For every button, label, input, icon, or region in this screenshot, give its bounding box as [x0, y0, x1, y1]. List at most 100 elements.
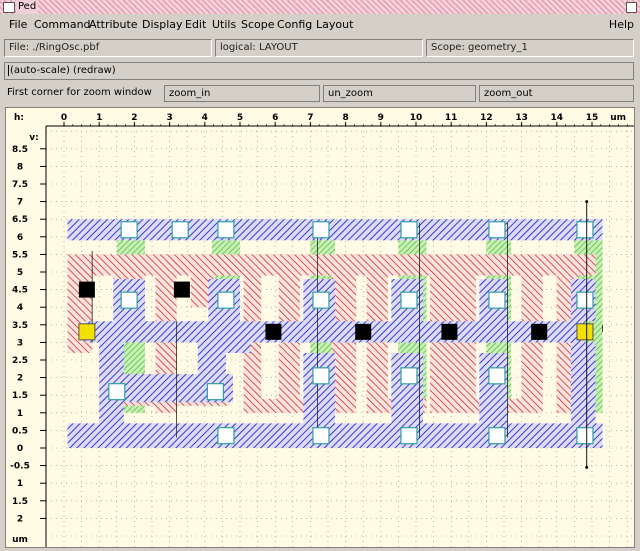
maximize-icon[interactable] — [626, 2, 637, 13]
command-line[interactable]: (auto-scale) (redraw) — [4, 62, 634, 80]
contact-cut — [488, 427, 506, 445]
logical-field: logical: LAYOUT — [215, 39, 423, 57]
port-square — [78, 323, 96, 341]
layout-drawing[interactable]: h: um0 1 2 3 4 5 6 7 8 9 10 11 12 13 14 15v:8.587.576.56… — [6, 108, 634, 547]
x-tick-label: 8 — [342, 113, 348, 123]
title-bar: Ped — [0, 0, 640, 15]
x-tick-label: 13 — [515, 113, 528, 123]
x-tick-label: 0 — [61, 113, 67, 123]
y-tick-label: -0.5 — [10, 462, 30, 472]
menu-edit[interactable]: Edit — [185, 18, 206, 32]
text-cursor — [8, 64, 9, 76]
contact-cut — [488, 291, 506, 309]
zoom-out-button[interactable]: zoom_out — [479, 85, 634, 102]
file-field: File: ./RingOsc.pbf — [4, 39, 212, 57]
poly-shape — [454, 275, 476, 413]
y-tick-label: 4.5 — [12, 286, 28, 296]
measure-end — [585, 465, 589, 469]
x-tick-label: 9 — [378, 113, 384, 123]
poly-shape — [67, 254, 596, 276]
contact-cut — [312, 221, 330, 239]
via-square — [531, 323, 548, 340]
y-tick-label: 3 — [17, 338, 23, 348]
contact-cut — [312, 367, 330, 385]
y-tick-label: 0 — [17, 444, 23, 454]
x-tick-label: 3 — [166, 113, 172, 123]
y-axis-label: v: — [29, 133, 38, 143]
metal-shape — [85, 321, 585, 343]
metal-shape — [391, 279, 424, 343]
metal-shape — [479, 279, 508, 343]
x-tick-label: 10 — [410, 113, 423, 123]
x-tick-label: 5 — [237, 113, 243, 123]
contact-cut — [217, 427, 235, 445]
metal-shape — [222, 331, 251, 353]
y-tick-label: 1.5 — [12, 497, 28, 507]
metal-shape — [303, 279, 336, 343]
x-tick-label: 4 — [202, 113, 208, 123]
y-tick-label: 4 — [17, 303, 23, 313]
menu-scope[interactable]: Scope — [241, 18, 275, 32]
metal-shape — [67, 219, 603, 241]
zoom-in-button[interactable]: zoom_in — [164, 85, 320, 102]
contact-cut — [576, 427, 594, 445]
x-tick-label: 2 — [131, 113, 137, 123]
menu-config[interactable]: Config — [277, 18, 312, 32]
poly-shape — [331, 275, 357, 413]
contact-cut — [120, 291, 138, 309]
contact-cut — [108, 383, 126, 401]
y-tick-label: 8 — [17, 162, 23, 172]
un-zoom-button[interactable]: un_zoom — [323, 85, 476, 102]
y-tick-label: 2.5 — [12, 356, 28, 366]
contact-cut — [206, 383, 224, 401]
menu-layout[interactable]: Layout — [316, 18, 353, 32]
contact-cut — [312, 291, 330, 309]
poly-shape — [430, 275, 455, 413]
contact-cut — [576, 291, 594, 309]
command-text: (auto-scale) (redraw) — [10, 65, 116, 76]
contact-cut — [400, 427, 418, 445]
y-tick-label: 0.5 — [12, 426, 28, 436]
via-square — [265, 323, 282, 340]
contact-cut — [400, 221, 418, 239]
scope-field: Scope: geometry_1 — [426, 39, 634, 57]
menu-command[interactable]: Command — [34, 18, 91, 32]
contact-cut — [400, 367, 418, 385]
metal-shape — [570, 342, 596, 424]
y-tick-label: 1.5 — [12, 391, 28, 401]
x-tick-label: 11 — [445, 113, 458, 123]
menu-display[interactable]: Display — [142, 18, 183, 32]
y-tick-label: 1 — [17, 479, 23, 489]
x-unit-label: um — [610, 113, 626, 123]
x-tick-label: 15 — [586, 113, 599, 123]
menu-attribute[interactable]: Attribute — [89, 18, 138, 32]
x-tick-label: 6 — [272, 113, 278, 123]
window-menu-icon[interactable] — [3, 2, 15, 13]
poly-shape — [278, 275, 300, 413]
via-square — [173, 281, 190, 298]
y-tick-label: 5 — [17, 268, 23, 278]
y-tick-label: 8.5 — [12, 145, 28, 155]
contact-cut — [576, 221, 594, 239]
menu-file[interactable]: File — [9, 18, 27, 32]
layout-canvas[interactable]: h: um 0 1 2 3 4 5 6 7 8 9 10 11 12 13 14 15 v: 8.5 8 7.5 7 6.5 6… — [5, 107, 635, 548]
y-tick-label: 6.5 — [12, 215, 28, 225]
via-square — [78, 281, 95, 298]
y-tick-label: 2 — [17, 374, 23, 384]
contact-cut — [488, 367, 506, 385]
menu-bar: File Command Attribute Display Edit Util… — [0, 14, 640, 36]
y-tick-label: 7 — [17, 198, 23, 208]
contact-cut — [217, 221, 235, 239]
poly-shape — [521, 275, 543, 413]
window-title: Ped — [16, 0, 39, 14]
menu-help[interactable]: Help — [609, 18, 634, 31]
x-tick-label: 1 — [96, 113, 102, 123]
metal-shape — [479, 352, 508, 424]
menu-utils[interactable]: Utils — [212, 18, 236, 32]
port-square — [576, 323, 594, 341]
contact-cut — [171, 221, 189, 239]
metal-shape — [391, 352, 424, 424]
y-unit-label: um — [12, 535, 28, 545]
poly-shape — [366, 275, 388, 413]
contact-cut — [488, 221, 506, 239]
